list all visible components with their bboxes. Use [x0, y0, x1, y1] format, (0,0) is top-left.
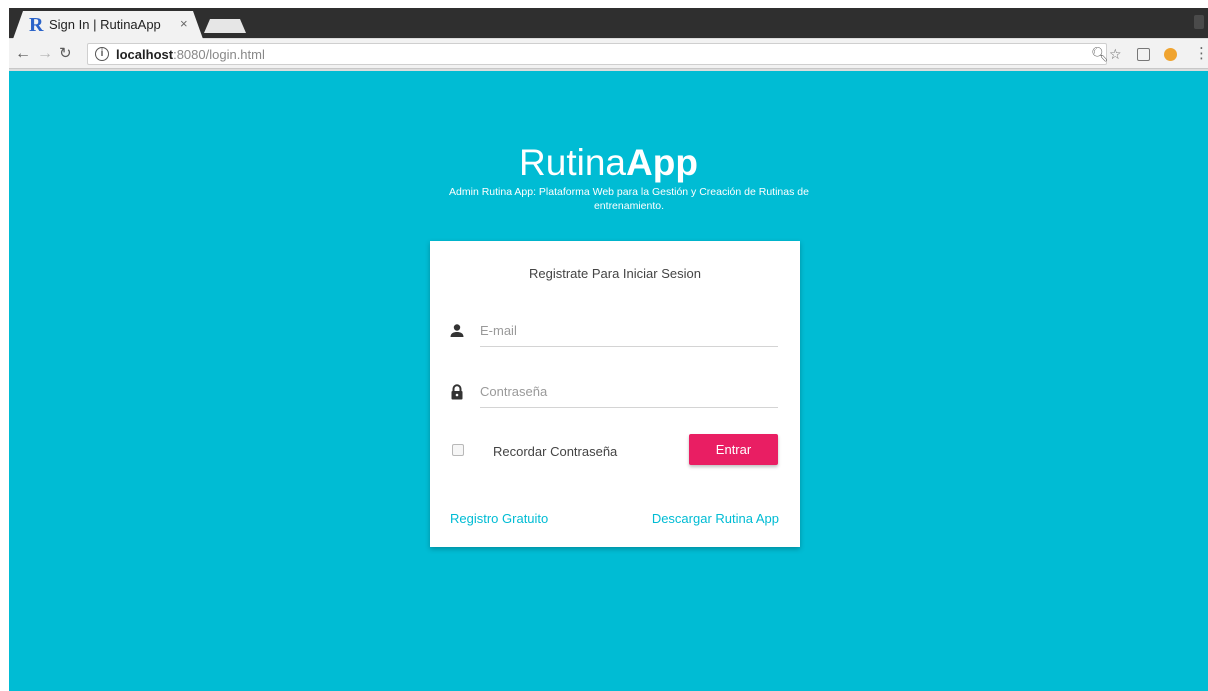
zoom-icon[interactable]: 🔍︎: [1091, 45, 1109, 63]
cookie-icon[interactable]: [1164, 48, 1177, 61]
back-icon[interactable]: ←: [15, 44, 31, 64]
password-input[interactable]: [480, 376, 778, 408]
address-bar[interactable]: i localhost:8080/login.html: [87, 43, 1107, 65]
forward-icon[interactable]: →: [37, 44, 53, 64]
browser-window: R Sign In | RutinaApp × ← → ↻ i localhos…: [9, 8, 1208, 71]
login-title: Registrate Para Iniciar Sesion: [529, 266, 701, 281]
email-field-group: [450, 315, 778, 357]
extension-icon[interactable]: [1137, 48, 1150, 61]
lock-icon: [451, 384, 463, 400]
download-app-link[interactable]: Descargar Rutina App: [652, 511, 779, 526]
password-field-group: [450, 376, 778, 418]
person-icon: [450, 324, 464, 337]
url-host: localhost: [116, 47, 174, 62]
url-path: :8080/login.html: [173, 47, 265, 62]
register-link[interactable]: Registro Gratuito: [450, 511, 548, 526]
remember-label[interactable]: Recordar Contraseña: [493, 444, 617, 459]
remember-checkbox[interactable]: [452, 444, 464, 456]
window-control-icon[interactable]: [1194, 15, 1204, 29]
tab-strip: R Sign In | RutinaApp ×: [9, 8, 1208, 39]
login-button[interactable]: Entrar: [689, 434, 778, 465]
info-icon[interactable]: i: [95, 47, 109, 61]
reload-icon[interactable]: ↻: [59, 44, 72, 64]
tab-title: Sign In | RutinaApp: [49, 17, 161, 32]
tab-sign-in[interactable]: R Sign In | RutinaApp ×: [13, 11, 203, 39]
close-icon[interactable]: ×: [180, 16, 188, 31]
brand-name-light: Rutina: [519, 142, 626, 183]
brand-name-bold: App: [626, 142, 698, 183]
new-tab-button[interactable]: [204, 19, 246, 33]
login-page: RutinaApp Admin Rutina App: Plataforma W…: [9, 71, 1208, 691]
url-text[interactable]: localhost:8080/login.html: [116, 47, 265, 62]
favicon-icon: R: [29, 14, 44, 36]
menu-icon[interactable]: ⋮: [1194, 45, 1208, 63]
star-icon[interactable]: ☆: [1109, 45, 1122, 63]
app-subtitle: Admin Rutina App: Plataforma Web para la…: [449, 186, 809, 212]
browser-toolbar: ← → ↻ i localhost:8080/login.html 🔍︎ ☆ ⋮: [9, 39, 1208, 69]
login-card: Registrate Para Iniciar Sesion Recordar …: [430, 241, 800, 547]
email-input[interactable]: [480, 315, 778, 347]
app-logo-title: RutinaApp: [9, 141, 1208, 185]
